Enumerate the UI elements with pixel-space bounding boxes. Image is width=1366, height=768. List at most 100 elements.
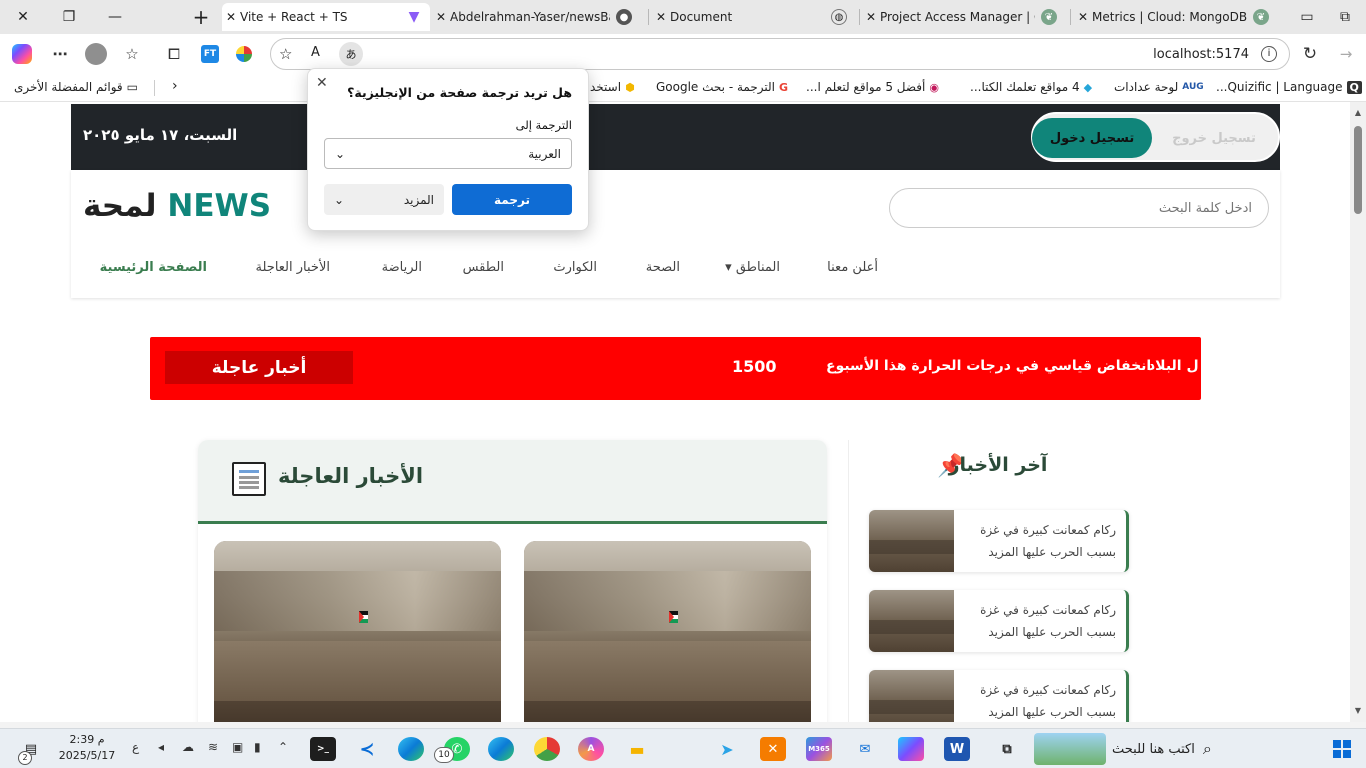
copilot-taskbar-icon[interactable] xyxy=(898,737,924,761)
tab-close-icon[interactable]: ✕ xyxy=(432,10,450,24)
workspaces-icon[interactable]: ⧉ xyxy=(1322,0,1366,34)
start-button[interactable] xyxy=(1330,737,1354,761)
taskbar-clock[interactable]: 2:39 م 2025/5/17 xyxy=(56,732,118,764)
nav-regions-dropdown[interactable]: المناطق ▾ xyxy=(725,260,780,275)
news-thumbnail xyxy=(869,510,954,572)
m365-icon[interactable]: M365 xyxy=(806,737,832,761)
tab-metrics[interactable]: ✕ Metrics | Cloud: MongoDB Cl ❦ xyxy=(1074,3,1280,31)
address-bar[interactable]: ☆ A あ localhost:5174 i xyxy=(270,38,1290,70)
news-card[interactable] xyxy=(524,541,811,722)
translate-button[interactable]: ترجمة xyxy=(452,184,572,215)
logout-button[interactable]: تسجيل خروج xyxy=(1156,118,1272,158)
new-tab-button[interactable]: + xyxy=(178,0,224,34)
extension-ft-icon[interactable]: FT xyxy=(198,42,222,66)
taskbar-search[interactable]: ⌕ اكتب هنا للبحث xyxy=(1112,733,1320,765)
site-logo[interactable]: لمحة NEWS xyxy=(83,188,271,224)
minimize-window-button[interactable]: — xyxy=(92,0,138,34)
chevron-left-icon[interactable]: ‹ xyxy=(172,78,178,94)
fav-separator xyxy=(154,80,155,96)
vscode-icon[interactable]: ≺ xyxy=(354,737,380,761)
fav-best-sites[interactable]: ◉ أفضل 5 مواقع لتعلم ا... xyxy=(806,80,939,94)
site-search[interactable] xyxy=(889,188,1269,228)
tab-close-icon[interactable]: ✕ xyxy=(652,10,670,24)
login-button[interactable]: تسجيل دخول xyxy=(1032,118,1152,158)
scroll-down-icon[interactable]: ▼ xyxy=(1352,706,1364,715)
fav-quizific[interactable]: Q Quizific | Language... xyxy=(1216,80,1362,94)
meet-icon[interactable]: ▣ xyxy=(232,740,243,754)
copilot-icon[interactable] xyxy=(10,42,34,66)
news-card[interactable] xyxy=(214,541,501,722)
tray-expand-icon[interactable]: ⌃ xyxy=(278,740,288,754)
copilot-app-icon[interactable]: A xyxy=(578,737,604,761)
ticker-item[interactable]: انخفاض قياسي في درجات الحرارة هذا الأسبو… xyxy=(826,358,1151,374)
nav-advertise[interactable]: أعلن معنا xyxy=(827,260,878,275)
nav-sports[interactable]: الرياضة xyxy=(382,260,422,275)
scroll-thumb[interactable] xyxy=(1354,126,1362,214)
scroll-up-icon[interactable]: ▲ xyxy=(1352,108,1364,117)
page-scrollbar[interactable]: ▲ ▼ xyxy=(1350,102,1366,722)
more-options-icon[interactable]: ⋯ xyxy=(48,42,72,66)
nav-breaking-news[interactable]: الأخبار العاجلة xyxy=(256,260,330,275)
close-icon[interactable]: ✕ xyxy=(316,75,328,91)
terminal-icon[interactable]: >_ xyxy=(310,737,336,761)
telegram-icon[interactable]: ➤ xyxy=(714,737,740,761)
more-button[interactable]: المزيد ⌄ xyxy=(324,184,444,215)
nav-weather[interactable]: الطقس xyxy=(463,260,504,275)
tab-github[interactable]: ✕ Abdelrahman-Yaser/newsBac ● xyxy=(432,3,644,31)
tab-close-icon[interactable]: ✕ xyxy=(862,10,880,24)
file-explorer-icon[interactable]: ▬ xyxy=(624,737,650,761)
profile-avatar[interactable] xyxy=(84,42,108,66)
tab-document[interactable]: ✕ Document ◍ xyxy=(652,3,857,31)
fav-writing-sites[interactable]: ◆ 4 مواقع تعلمك الكتا... xyxy=(970,80,1092,94)
fav-google-translate[interactable]: G الترجمة - بحث Google xyxy=(656,80,788,94)
input-language[interactable]: ع xyxy=(132,740,139,754)
fav-dashboard[interactable]: AUG لوحة عدادات xyxy=(1114,80,1204,94)
favorites-icon[interactable]: ☆ xyxy=(120,42,144,66)
latest-news-item[interactable]: ركام كمعانت كبيرة في غزة بسبب الحرب عليه… xyxy=(869,510,1129,572)
restore-window-button[interactable]: ❐ xyxy=(46,0,92,34)
forward-icon[interactable]: → xyxy=(1334,42,1358,66)
extensions-icon[interactable]: ⧠ xyxy=(162,42,186,66)
read-aloud-icon[interactable]: A xyxy=(311,45,320,60)
translate-icon[interactable]: あ xyxy=(339,42,363,66)
extension-ball-icon[interactable] xyxy=(232,42,256,66)
google-icon: G xyxy=(779,80,789,94)
weather-widget-icon[interactable] xyxy=(1034,733,1106,765)
news-photo xyxy=(524,541,811,722)
wifi-icon[interactable]: ≋ xyxy=(208,740,218,754)
volume-icon[interactable]: ◂ xyxy=(158,740,164,754)
cloud-icon[interactable]: ☁ xyxy=(182,740,194,754)
nav-home[interactable]: الصفحة الرئيسية xyxy=(100,260,207,275)
latest-news-item[interactable]: ركام كمعانت كبيرة في غزة بسبب الحرب عليه… xyxy=(869,590,1129,652)
chrome-icon[interactable] xyxy=(534,737,560,761)
nav-disasters[interactable]: الكوارث xyxy=(553,260,597,275)
fav-use[interactable]: ⬢ استخد xyxy=(590,80,635,94)
mail-icon[interactable]: ✉ xyxy=(852,737,878,761)
nav-health[interactable]: الصحة xyxy=(646,260,680,275)
tab-project-access[interactable]: ✕ Project Access Manager | Clo ❦ xyxy=(862,3,1068,31)
translate-popup: ✕ هل تريد ترجمة صفحة من الإنجليزية؟ التر… xyxy=(307,68,589,231)
battery-icon[interactable]: ▮ xyxy=(254,740,261,754)
add-favorite-icon[interactable]: ☆ xyxy=(279,45,292,63)
xampp-icon[interactable]: ✕ xyxy=(760,737,786,761)
task-view-icon[interactable]: ⧉ xyxy=(994,737,1020,761)
minimize-icon: — xyxy=(108,9,122,25)
language-select[interactable]: العربية ⌄ xyxy=(324,138,572,169)
ticker-item[interactable]: 1500 xyxy=(732,357,777,376)
edge-icon[interactable] xyxy=(488,737,514,761)
search-input[interactable] xyxy=(890,189,1268,227)
close-window-button[interactable]: ✕ xyxy=(0,0,46,34)
tab-vite-react[interactable]: ✕ Vite + React + TS ▼ xyxy=(222,3,430,31)
tab-close-icon[interactable]: ✕ xyxy=(1074,10,1092,24)
popup-title: هل تريد ترجمة صفحة من الإنجليزية؟ xyxy=(347,85,572,100)
latest-item-text: ركام كمعانت كبيرة في غزة xyxy=(980,603,1116,617)
word-icon[interactable]: W xyxy=(944,737,970,761)
ticker-item[interactable]: ل البلاد xyxy=(1148,358,1199,374)
other-favorites[interactable]: ▭ قوائم المفضلة الأخرى xyxy=(14,80,138,94)
site-info-icon[interactable]: i xyxy=(1261,46,1277,62)
tab-close-icon[interactable]: ✕ xyxy=(222,10,240,24)
flag-icon xyxy=(669,611,678,623)
refresh-icon[interactable]: ↻ xyxy=(1298,42,1322,66)
edge-profile-icon[interactable] xyxy=(398,737,424,761)
latest-news-item[interactable]: ركام كمعانت كبيرة في غزة بسبب الحرب عليه… xyxy=(869,670,1129,722)
